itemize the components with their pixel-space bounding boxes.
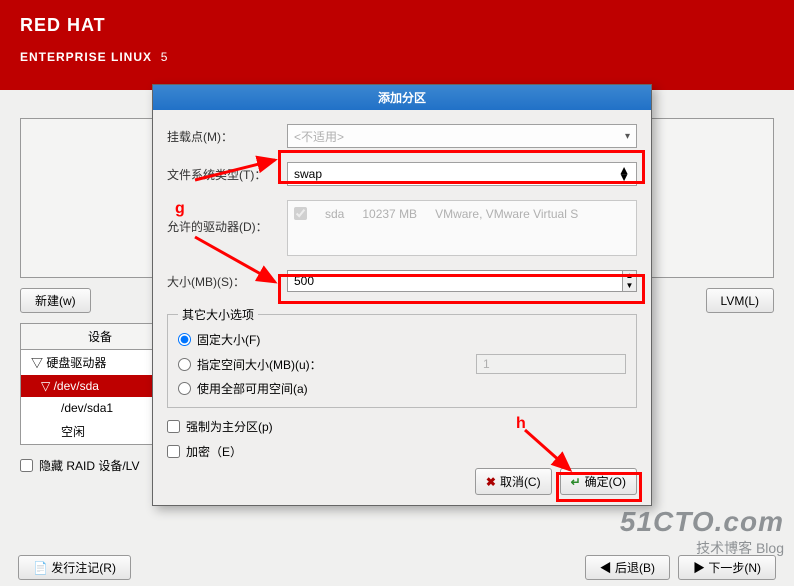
spinner-icon[interactable]: ▲▼ xyxy=(618,167,630,181)
chevron-down-icon: ▾ xyxy=(625,131,630,142)
additional-size-options: 其它大小选项 固定大小(F) 指定空间大小(MB)(u)： 使用全部可用空间(a… xyxy=(167,306,637,408)
watermark: 51CTO.com 技术博客 Blog xyxy=(620,506,784,558)
new-partition-button[interactable]: 新建(w) xyxy=(20,288,91,313)
additional-size-legend: 其它大小选项 xyxy=(178,306,258,323)
next-button[interactable]: ▶ 下一步(N) xyxy=(678,555,776,580)
radio-fixed-size[interactable]: 固定大小(F) xyxy=(178,331,626,348)
hide-raid-input[interactable] xyxy=(20,459,33,472)
force-primary-checkbox[interactable]: 强制为主分区(p) xyxy=(167,418,637,435)
drive-check-sda xyxy=(294,207,307,220)
mountpoint-combo: <不适用> ▾ xyxy=(287,124,637,148)
release-notes-button[interactable]: 📄 发行注记(R) xyxy=(18,555,131,580)
brand-line1: RED HAT xyxy=(20,15,774,36)
radio-fill-max[interactable]: 使用全部可用空间(a) xyxy=(178,380,626,397)
size-input[interactable] xyxy=(287,270,623,292)
annotation-g: g xyxy=(175,200,185,218)
mountpoint-label: 挂载点(M)： xyxy=(167,128,287,145)
add-partition-dialog: 添加分区 挂载点(M)： <不适用> ▾ 文件系统类型(T)： swap ▲▼ … xyxy=(152,84,652,506)
fstype-label: 文件系统类型(T)： xyxy=(167,166,287,183)
ok-button[interactable]: ↵确定(O) xyxy=(560,468,637,495)
dialog-title: 添加分区 xyxy=(153,85,651,110)
cancel-button[interactable]: ✖取消(C) xyxy=(475,468,552,495)
fill-upto-input xyxy=(476,354,626,374)
ok-icon: ↵ xyxy=(571,475,581,489)
allowed-drives-list: sda 10237 MB VMware, VMware Virtual S xyxy=(287,200,637,256)
redhat-banner: RED HAT ENTERPRISE LINUX 5 xyxy=(0,0,794,90)
radio-fill-upto[interactable]: 指定空间大小(MB)(u)： xyxy=(178,354,626,374)
lvm-button[interactable]: LVM(L) xyxy=(706,288,774,313)
fstype-combo[interactable]: swap ▲▼ xyxy=(287,162,637,186)
back-button[interactable]: ◀ 后退(B) xyxy=(585,555,670,580)
brand-line2: ENTERPRISE LINUX 5 xyxy=(20,36,774,68)
drives-label: 允许的驱动器(D)： xyxy=(167,218,287,235)
encrypt-checkbox[interactable]: 加密（E） xyxy=(167,443,637,460)
cancel-icon: ✖ xyxy=(486,475,496,489)
size-spinner[interactable]: ▲▼ xyxy=(623,270,637,292)
size-label: 大小(MB)(S)： xyxy=(167,273,287,290)
annotation-h: h xyxy=(516,415,526,433)
